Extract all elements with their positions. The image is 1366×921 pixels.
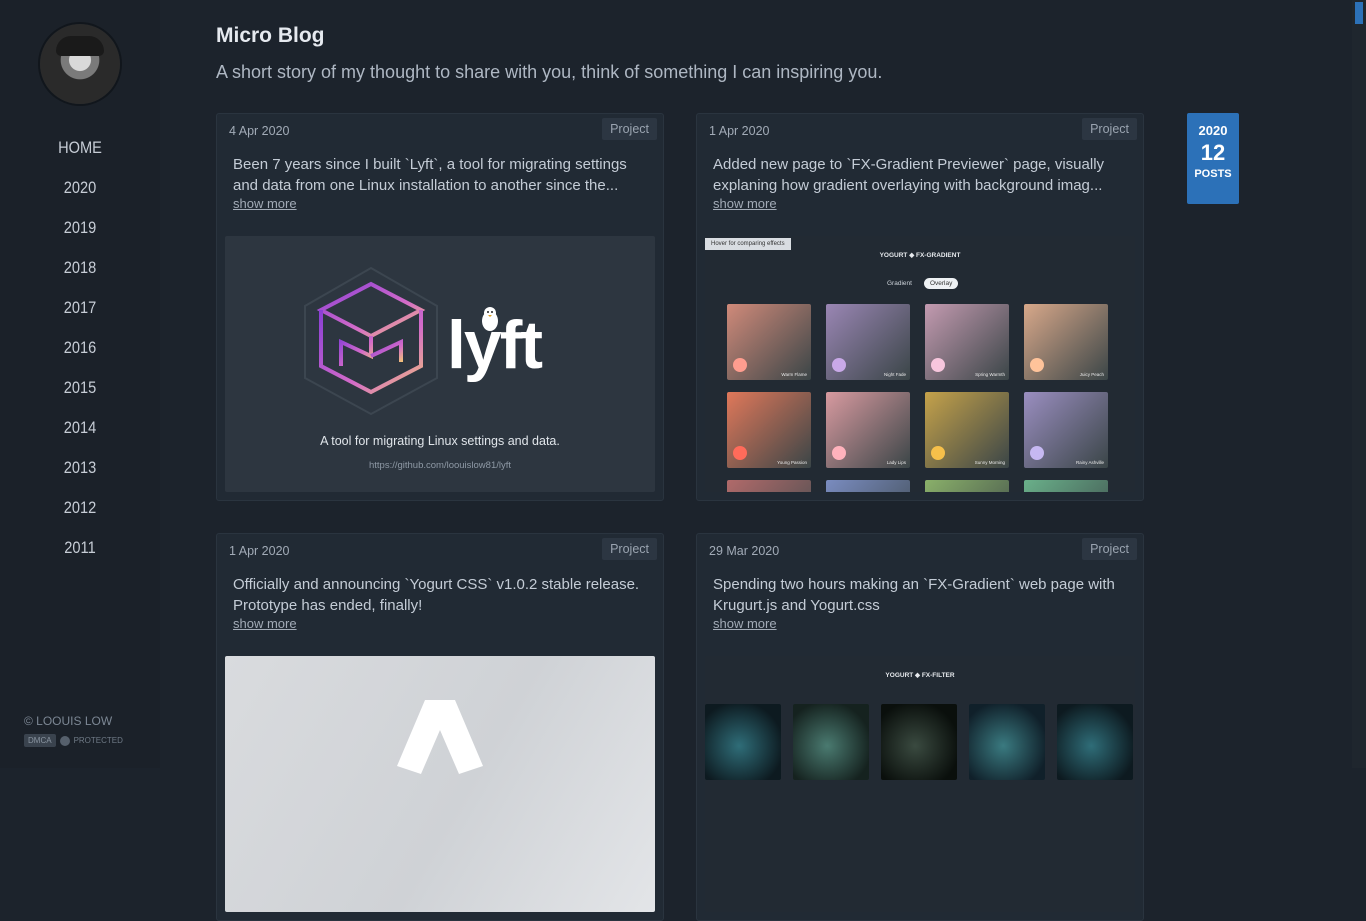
nav-item-2016[interactable]: 2016	[11, 332, 149, 372]
nav-item-2018[interactable]: 2018	[11, 252, 149, 292]
post-date: 1 Apr 2020	[709, 124, 770, 138]
nav-item-2020[interactable]: 2020	[11, 172, 149, 212]
post-image-yogurt-css[interactable]	[225, 656, 655, 912]
post-text: Added new page to `FX-Gradient Previewer…	[713, 156, 1105, 194]
lyft-url: https://github.com/loouislow81/lyft	[368, 460, 512, 471]
post-text: Officially and announcing `Yogurt CSS` v…	[233, 576, 640, 614]
gradient-thumb: Young Passion	[727, 392, 811, 468]
gradient-thumb: Rainy Ashville	[1024, 392, 1108, 468]
gradient-thumb: Night Fade	[826, 304, 910, 380]
gradient-thumb	[925, 480, 1009, 492]
thumb-name: Juicy Peach	[1079, 372, 1104, 377]
thumb-name: Spring Warmth	[975, 372, 1005, 377]
thumb-name: Night Fade	[883, 372, 906, 377]
gradient-thumb	[727, 480, 811, 492]
gradient-thumb	[826, 480, 910, 492]
nav-item-2011[interactable]: 2011	[11, 532, 149, 572]
badge-count: 12	[1200, 140, 1226, 165]
year-post-count-badge[interactable]: 2020 12 POSTS	[1187, 113, 1239, 204]
nav-item-2014[interactable]: 2014	[11, 412, 149, 452]
show-more-link[interactable]: show more	[713, 616, 777, 631]
filter-thumb	[969, 704, 1045, 780]
scrollbar-thumb[interactable]	[1355, 2, 1363, 24]
nav-item-2012[interactable]: 2012	[11, 492, 149, 532]
post-text: Been 7 years since I built `Lyft`, a too…	[233, 156, 627, 194]
dmca-protected-label: PROTECTED	[73, 736, 123, 745]
post-card: 1 Apr 2020 Project Added new page to `FX…	[696, 113, 1144, 501]
gradient-thumb: Warm Flame	[727, 304, 811, 380]
yogurt-logo-icon	[397, 700, 483, 774]
dmca-shield-icon	[59, 735, 70, 746]
thumb-name: Rainy Ashville	[1075, 460, 1104, 465]
post-text: Spending two hours making an `FX-Gradien…	[713, 576, 1115, 614]
gradient-overlay-toggle: Gradient Overlay	[881, 278, 959, 289]
sidebar-footer: © LOOUIS LOW DMCA PROTECTED	[24, 714, 123, 747]
thumb-name: Sunny Morning	[974, 460, 1005, 465]
nav-item-2019[interactable]: 2019	[11, 212, 149, 252]
gradient-thumb	[1024, 480, 1108, 492]
gradient-thumb: Spring Warmth	[925, 304, 1009, 380]
post-date: 29 Mar 2020	[709, 544, 780, 558]
badge-label: POSTS	[1194, 168, 1232, 180]
page-header: Micro Blog A short story of my thought t…	[216, 24, 882, 83]
filter-thumb	[1057, 704, 1133, 780]
post-tag[interactable]: Project	[602, 118, 657, 140]
post-date: 1 Apr 2020	[229, 544, 290, 558]
yogurt-brand-header: YOGURT ◆ FX-FILTER	[885, 672, 955, 679]
filter-thumb	[705, 704, 781, 780]
sidebar: HOME 2020 2019 2018 2017 2016 2015 2014 …	[0, 0, 160, 768]
post-tag[interactable]: Project	[602, 538, 657, 560]
show-more-link[interactable]: show more	[233, 196, 297, 211]
post-card: 4 Apr 2020 Project Been 7 years since I …	[216, 113, 664, 501]
filter-thumb	[793, 704, 869, 780]
yogurt-brand-header: YOGURT ◆ FX-GRADIENT	[879, 252, 961, 259]
post-card: 29 Mar 2020 Project Spending two hours m…	[696, 533, 1144, 921]
gradient-thumb: Juicy Peach	[1024, 304, 1108, 380]
nav-item-home[interactable]: HOME	[11, 132, 149, 172]
thumb-name: Warm Flame	[781, 372, 807, 377]
nav-item-2017[interactable]: 2017	[11, 292, 149, 332]
page-subtitle: A short story of my thought to share wit…	[216, 62, 883, 82]
gradient-thumb: Sunny Morning	[925, 392, 1009, 468]
post-card: 1 Apr 2020 Project Officially and announ…	[216, 533, 664, 921]
tab-gradient: Gradient	[887, 280, 912, 287]
post-tag[interactable]: Project	[1082, 118, 1137, 140]
gradient-thumb: Lady Lips	[826, 392, 910, 468]
post-date: 4 Apr 2020	[229, 124, 290, 138]
tab-overlay: Overlay	[923, 278, 959, 289]
thumb-name: Lady Lips	[886, 460, 906, 465]
post-image-fx-filter[interactable]: YOGURT ◆ FX-FILTER	[705, 656, 1135, 912]
page-scrollbar[interactable]	[1352, 0, 1366, 768]
dmca-badge[interactable]: DMCA PROTECTED	[24, 734, 123, 747]
post-image-fx-gradient[interactable]: Hover for comparing effects YOGURT ◆ FX-…	[705, 236, 1135, 492]
post-tag[interactable]: Project	[1082, 538, 1137, 560]
lyft-cube-logo-icon	[304, 266, 438, 416]
thumb-name: Young Passion	[777, 460, 807, 465]
sidebar-nav: HOME 2020 2019 2018 2017 2016 2015 2014 …	[0, 132, 160, 572]
post-image-lyft[interactable]: lyft A tool for migrating Linux settings…	[225, 236, 655, 492]
page-title: Micro Blog	[216, 24, 325, 47]
nav-item-2013[interactable]: 2013	[11, 452, 149, 492]
nav-item-2015[interactable]: 2015	[11, 372, 149, 412]
show-more-link[interactable]: show more	[713, 196, 777, 211]
copyright-text: © LOOUIS LOW	[24, 714, 113, 728]
hover-hint-label: Hover for comparing effects	[705, 238, 791, 250]
avatar[interactable]	[40, 24, 120, 104]
filter-thumb	[881, 704, 957, 780]
dmca-label: DMCA	[24, 734, 56, 747]
badge-year: 2020	[1198, 123, 1228, 138]
lyft-caption: A tool for migrating Linux settings and …	[320, 434, 560, 448]
lyft-wordmark: lyft	[447, 307, 543, 383]
show-more-link[interactable]: show more	[233, 616, 297, 631]
